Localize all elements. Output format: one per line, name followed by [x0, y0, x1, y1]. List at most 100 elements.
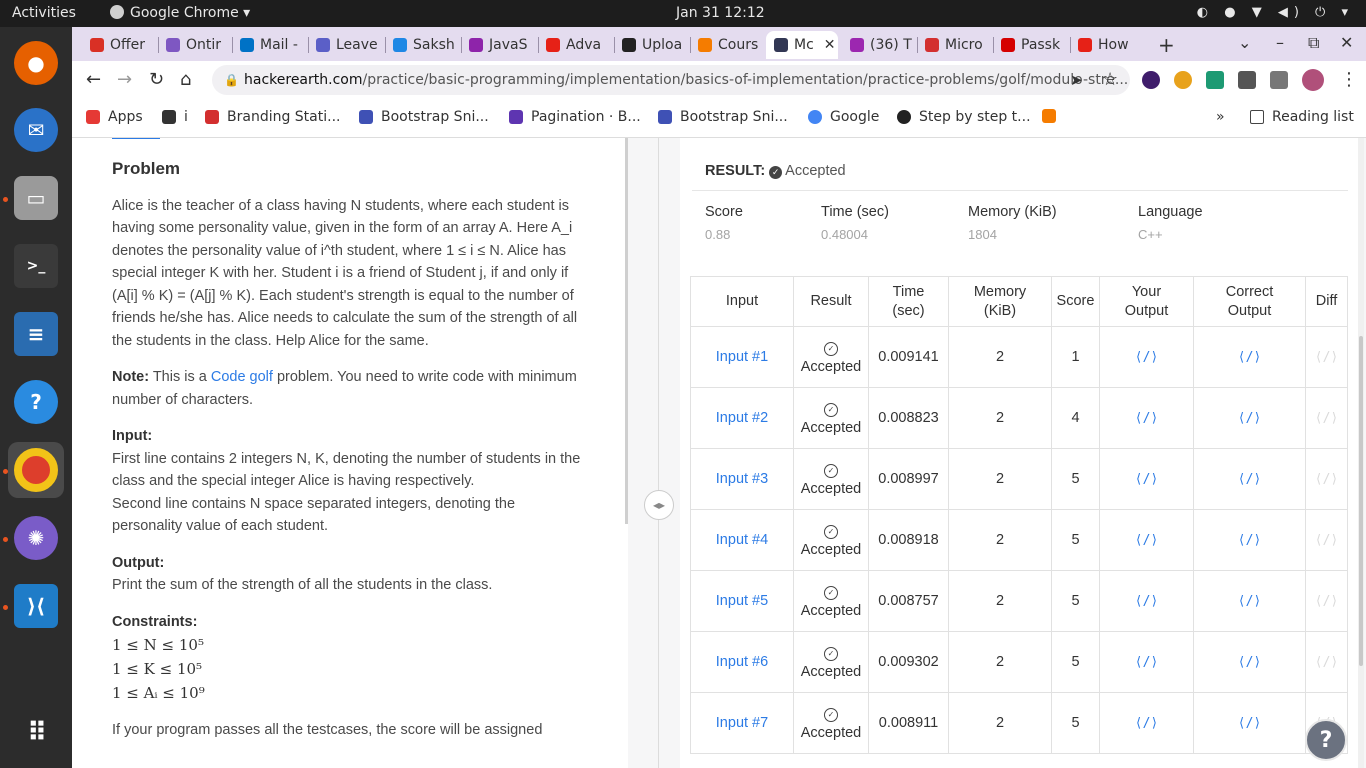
correct-output-icon[interactable]: ⟨/⟩ [1193, 570, 1306, 632]
extension-icon[interactable] [1174, 71, 1192, 89]
tab-mail[interactable]: Mail - [232, 31, 308, 59]
youtube-icon [1078, 38, 1092, 52]
tab-active[interactable]: Mc ✕ [766, 31, 838, 59]
tab-how[interactable]: How [1070, 31, 1146, 59]
correct-output-icon[interactable]: ⟨/⟩ [1193, 631, 1306, 693]
result-summary: RESULT: ✓ Accepted [705, 163, 846, 179]
send-tab-icon[interactable]: ➤ [1070, 71, 1083, 89]
bookmark-apps[interactable]: Apps [86, 109, 143, 125]
activities-button[interactable]: Activities [12, 5, 76, 21]
scrollbar-thumb[interactable] [1359, 336, 1363, 666]
input-link[interactable]: Input #7 [690, 692, 794, 754]
dock-help[interactable]: ? [8, 374, 64, 430]
minimize-button[interactable]: – [1276, 33, 1284, 52]
dock-app-grid[interactable]: ⠿ [8, 705, 64, 761]
left-scrollbar[interactable] [625, 138, 628, 524]
tab-saksh[interactable]: Saksh [385, 31, 461, 59]
clock[interactable]: Jan 31 12:12 [676, 5, 765, 21]
dock-terminal[interactable]: >_ [8, 238, 64, 294]
tab-javas[interactable]: JavaS [461, 31, 537, 59]
bookmark-bootstrap-1[interactable]: Bootstrap Sni... [359, 109, 489, 125]
bookmark-bootstrap-2[interactable]: Bootstrap Sni... [658, 109, 788, 125]
avatar[interactable] [1302, 69, 1324, 91]
result-cell: ✓ Accepted [793, 387, 869, 449]
extension-icon[interactable] [1142, 71, 1160, 89]
media-control-icon[interactable] [1270, 71, 1288, 89]
your-output-icon[interactable]: ⟨/⟩ [1099, 692, 1194, 754]
right-scrollbar[interactable] [1358, 138, 1364, 768]
tab-micro[interactable]: Micro [917, 31, 993, 59]
correct-output-icon[interactable]: ⟨/⟩ [1193, 509, 1306, 571]
your-output-icon[interactable]: ⟨/⟩ [1099, 387, 1194, 449]
tab-adva[interactable]: Adva [538, 31, 614, 59]
correct-output-icon[interactable]: ⟨/⟩ [1193, 387, 1306, 449]
reading-list-button[interactable]: Reading list [1250, 109, 1354, 125]
close-tab-icon[interactable]: ✕ [824, 37, 836, 53]
stat-value: 0.88 [705, 227, 731, 242]
home-button[interactable]: ⌂ [180, 69, 191, 90]
input-link[interactable]: Input #3 [690, 448, 794, 510]
new-tab-button[interactable]: + [1158, 33, 1175, 57]
your-output-icon[interactable]: ⟨/⟩ [1099, 631, 1194, 693]
diff-icon: ⟨/⟩ [1305, 448, 1348, 510]
bookmark-label: Bootstrap Sni... [381, 109, 489, 125]
tab-uploa[interactable]: Uploa [614, 31, 690, 59]
code-golf-link[interactable]: Code golf [211, 369, 273, 385]
reload-button[interactable]: ↻ [149, 69, 164, 90]
your-output-icon[interactable]: ⟨/⟩ [1099, 326, 1194, 388]
your-output-icon[interactable]: ⟨/⟩ [1099, 448, 1194, 510]
bookmark-step-by-step[interactable]: Step by step t... [897, 109, 1031, 125]
input-link[interactable]: Input #4 [690, 509, 794, 571]
dock-files[interactable]: ▭ [8, 170, 64, 226]
input-link[interactable]: Input #2 [690, 387, 794, 449]
chrome-menu-icon[interactable]: ⋮ [1340, 69, 1358, 90]
extensions-puzzle-icon[interactable] [1238, 71, 1256, 89]
bookmarks-overflow-button[interactable]: » [1216, 109, 1225, 125]
bookmark-extra[interactable] [1042, 109, 1064, 123]
your-output-icon[interactable]: ⟨/⟩ [1099, 570, 1194, 632]
constraints-label: Constraints: [112, 613, 198, 630]
tab-passk[interactable]: Passk [993, 31, 1069, 59]
tab-36[interactable]: (36) T [842, 31, 914, 59]
tab-ontir[interactable]: Ontir [158, 31, 230, 59]
table-header-row: Input Result Time (sec) Memory (KiB) Sco… [690, 276, 1348, 327]
dock-firefox[interactable]: ● [8, 35, 64, 91]
correct-output-icon[interactable]: ⟨/⟩ [1193, 326, 1306, 388]
dock-chrome[interactable] [8, 442, 64, 498]
input-link[interactable]: Input #6 [690, 631, 794, 693]
system-tray[interactable]: ◐ ● ▼ ◀) ⏻ ▾ [1197, 5, 1354, 20]
address-bar[interactable]: 🔒 hackerearth.com/practice/basic-program… [212, 65, 1130, 95]
back-button[interactable]: ← [86, 69, 101, 90]
tab-offer[interactable]: Offer [82, 31, 154, 59]
tab-label: Offer [110, 37, 146, 53]
tab-search-button[interactable]: ⌄ [1238, 33, 1251, 52]
tab-label: Ontir [186, 37, 222, 53]
forward-button[interactable]: → [117, 69, 132, 90]
correct-output-icon[interactable]: ⟨/⟩ [1193, 692, 1306, 754]
bookmark-star-icon[interactable]: ☆ [1102, 69, 1118, 90]
correct-output-icon[interactable]: ⟨/⟩ [1193, 448, 1306, 510]
active-tab-indicator [112, 138, 160, 139]
restore-button[interactable]: ⧉ [1308, 33, 1319, 53]
input-link[interactable]: Input #1 [690, 326, 794, 388]
bookmark-google[interactable]: Google [808, 109, 879, 125]
app-menu[interactable]: Google Chrome ▾ [110, 5, 250, 21]
bookmark-branding[interactable]: Branding Stati... [205, 109, 340, 125]
url-path: /practice/basic-programming/implementati… [362, 72, 1129, 88]
bookmark-pagination[interactable]: Pagination · B... [509, 109, 641, 125]
help-button[interactable]: ? [1305, 719, 1347, 761]
tab-leave[interactable]: Leave [308, 31, 384, 59]
your-output-icon[interactable]: ⟨/⟩ [1099, 509, 1194, 571]
resize-handle-icon[interactable]: ◂▸ [644, 490, 674, 520]
tab-cours[interactable]: Cours [690, 31, 766, 59]
close-window-button[interactable]: ✕ [1340, 33, 1353, 52]
dock-writer[interactable]: ≡ [8, 306, 64, 362]
extension-icon[interactable] [1206, 71, 1224, 89]
dock-network[interactable]: ✺ [8, 510, 64, 566]
dock-thunderbird[interactable]: ✉ [8, 102, 64, 158]
bookmark-i[interactable]: i [162, 109, 188, 125]
input-link[interactable]: Input #5 [690, 570, 794, 632]
result-text: Accepted [800, 664, 862, 680]
table-row: Input #6 ✓ Accepted 0.009302 2 5 ⟨/⟩ ⟨/⟩ … [690, 631, 1348, 693]
dock-vscode[interactable]: ⟩⟨ [8, 578, 64, 634]
